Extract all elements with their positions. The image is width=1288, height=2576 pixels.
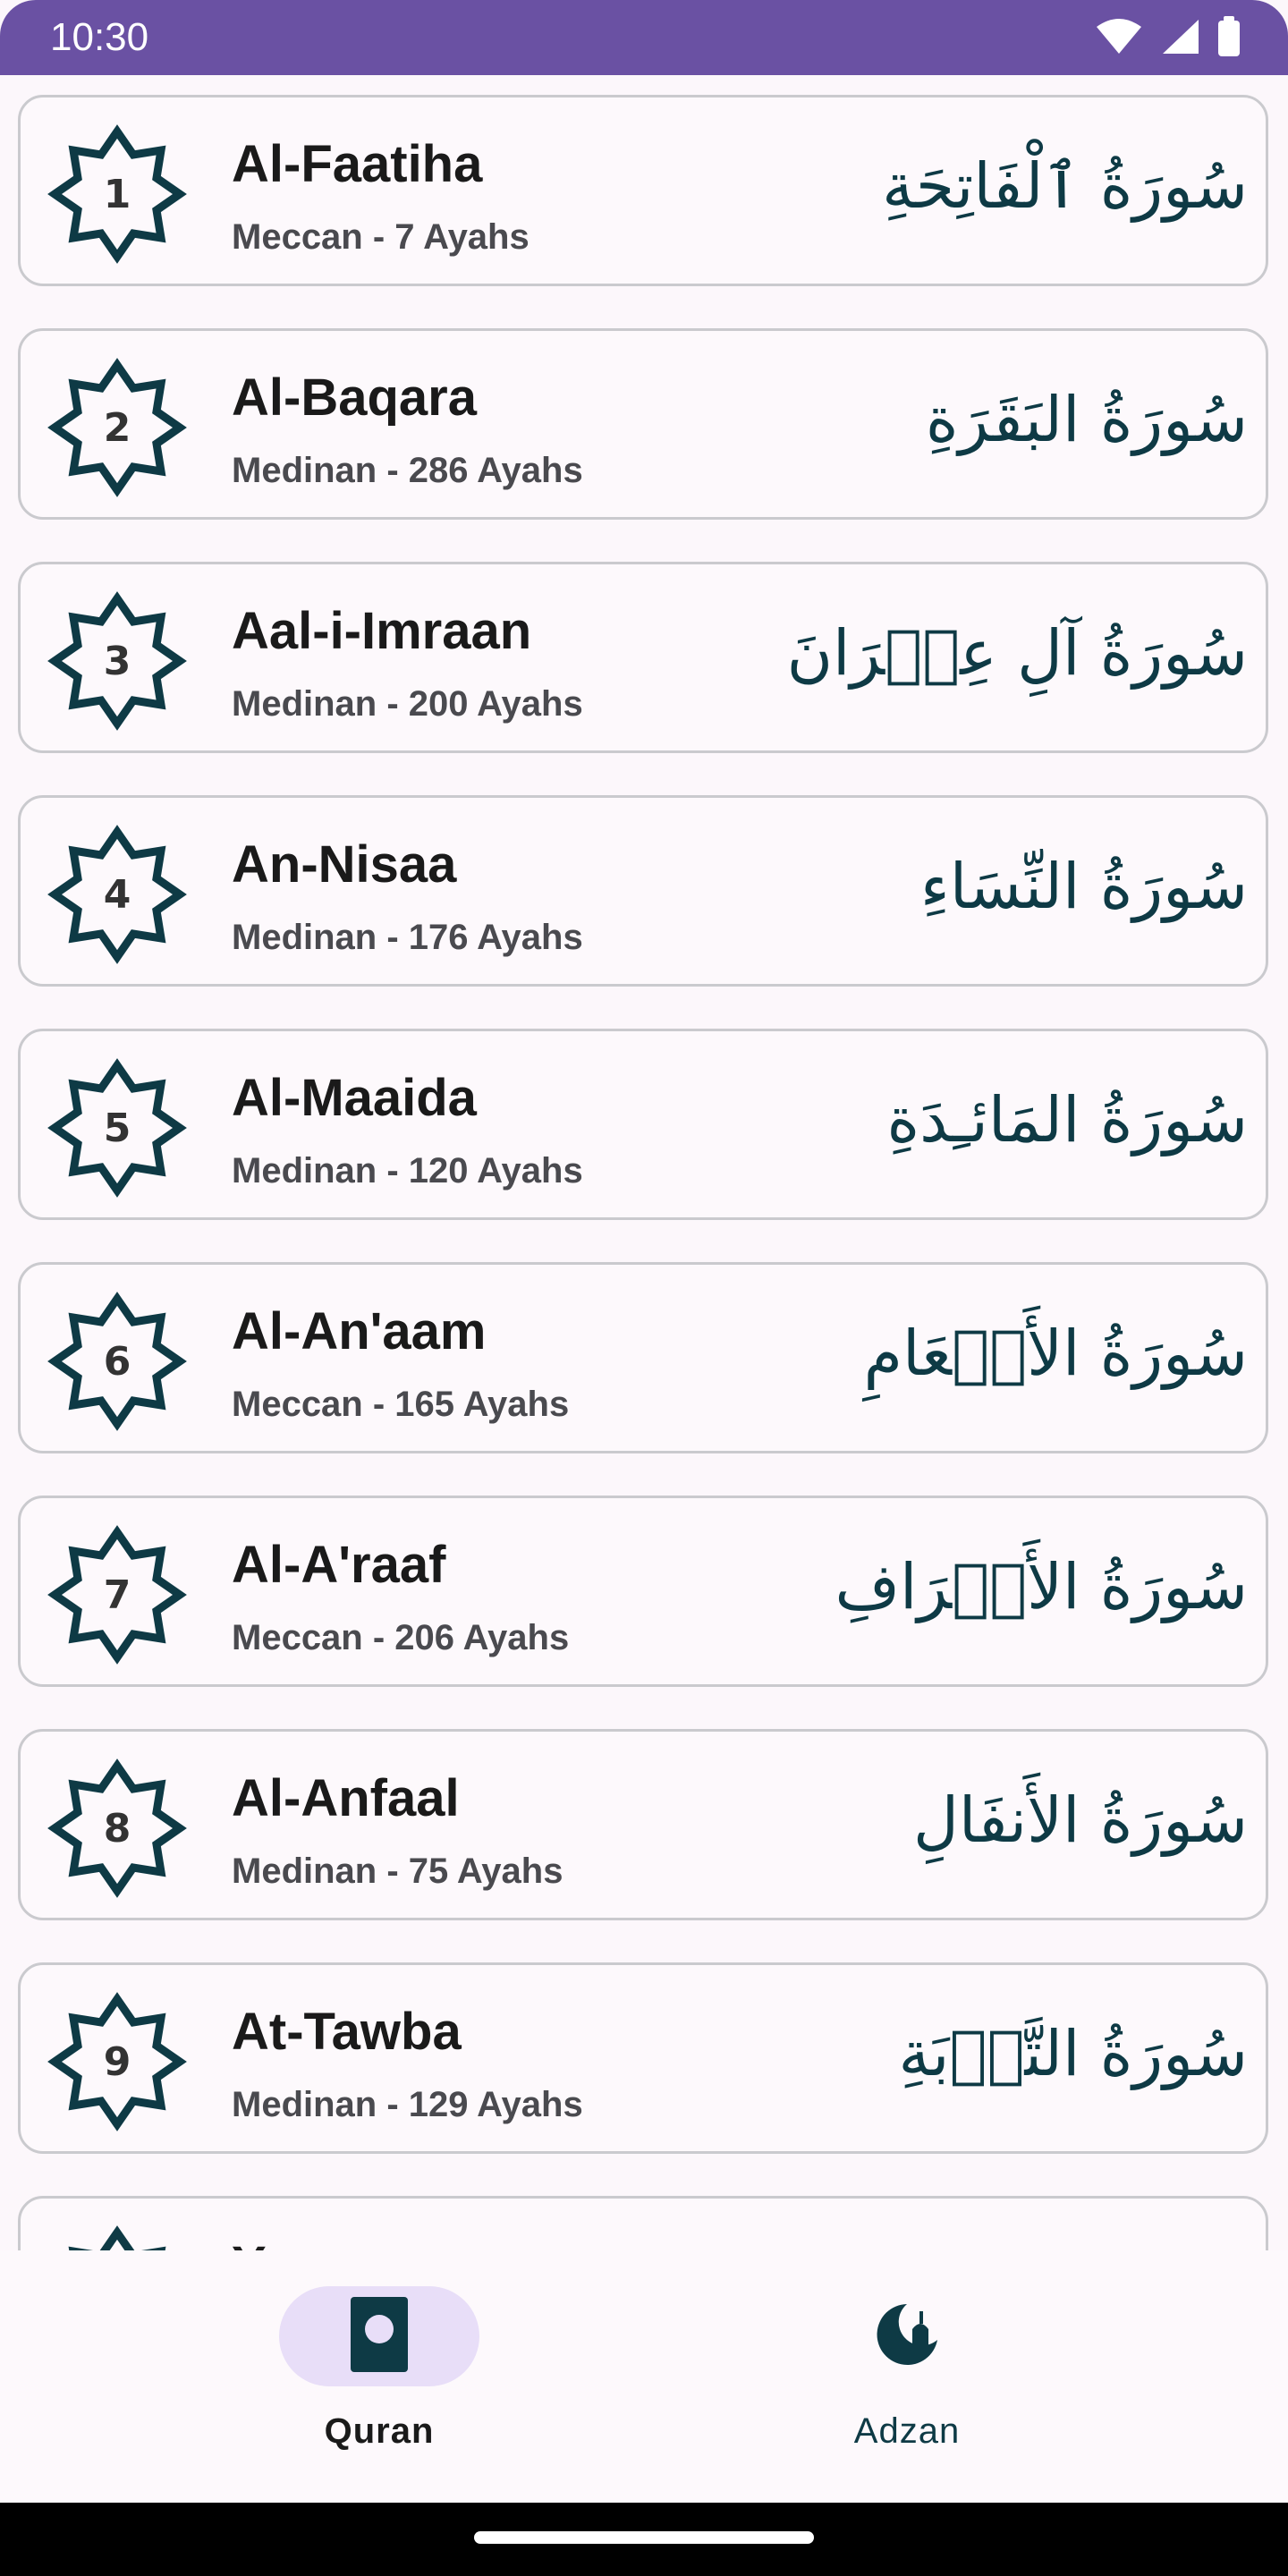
surah-info: Medinan - 200 Ayahs [232, 684, 583, 724]
surah-arabic-name: سُورَةُ البَقَرَةِ [925, 383, 1248, 456]
nav-item-adzan[interactable]: Adzan [807, 2286, 1021, 2465]
surah-name: An-Nisaa [232, 835, 457, 894]
surah-number: 9 [103, 2038, 131, 2085]
surah-card[interactable]: 6 Al-An'aam Meccan - 165 Ayahs سُورَةُ ا… [18, 1262, 1268, 1453]
nav-item-quran[interactable]: Quran [279, 2286, 494, 2465]
surah-number: 10 [46, 2224, 189, 2250]
surah-info: Medinan - 286 Ayahs [232, 451, 583, 490]
surah-card[interactable]: 3 Aal-i-Imraan Medinan - 200 Ayahs سُورَ… [18, 562, 1268, 753]
surah-info: Meccan - 7 Ayahs [232, 217, 530, 257]
wifi-icon [1095, 18, 1143, 55]
surah-name: Al-Anfaal [232, 1769, 460, 1827]
surah-info: Meccan - 206 Ayahs [232, 1618, 570, 1657]
surah-arabic-name: سُورَةُ التَّوۡبَةِ [898, 2017, 1248, 2090]
surah-card[interactable]: 8 Al-Anfaal Medinan - 75 Ayahs سُورَةُ ا… [18, 1729, 1268, 1920]
surah-number-badge: 9 [46, 1990, 189, 2133]
surah-arabic-name: سُورَةُ الأَعۡرَافِ [835, 1550, 1248, 1623]
surah-card[interactable]: 2 Al-Baqara Medinan - 286 Ayahs سُورَةُ … [18, 328, 1268, 520]
system-gesture-bar [0, 2503, 1288, 2576]
surah-arabic-name: سُورَةُ الأَنۡعَامِ [863, 1317, 1248, 1390]
home-gesture-handle[interactable] [474, 2531, 814, 2544]
surah-number-badge: 7 [46, 1523, 189, 1666]
nav-label: Quran [324, 2411, 435, 2451]
nav-label: Adzan [853, 2411, 961, 2451]
surah-name: Yunus [232, 2234, 387, 2250]
signal-icon [1159, 18, 1200, 55]
surah-number-badge: 1 [46, 123, 189, 266]
surah-number: 7 [103, 1572, 131, 1618]
surah-name: Al-A'raaf [232, 1536, 446, 1594]
battery-icon [1216, 16, 1241, 57]
surah-number-badge: 4 [46, 823, 189, 966]
surah-name: Al-Baqara [232, 369, 477, 427]
surah-info: Medinan - 129 Ayahs [232, 2085, 583, 2124]
surah-info: Medinan - 75 Ayahs [232, 1852, 564, 1891]
surah-number: 6 [103, 1338, 131, 1385]
surah-number-badge: 6 [46, 1290, 189, 1433]
surah-number: 4 [103, 871, 131, 918]
surah-arabic-name: سُورَةُ ٱلْفَاتِحَةِ [882, 149, 1248, 223]
surah-number-badge: 8 [46, 1757, 189, 1900]
surah-card[interactable]: 1 Al-Faatiha Meccan - 7 Ayahs سُورَةُ ٱل… [18, 95, 1268, 286]
surah-arabic-name: سُورَةُ النِّسَاءِ [919, 850, 1248, 923]
bottom-navigation: Quran Adzan [0, 2250, 1288, 2503]
surah-info: Meccan - 165 Ayahs [232, 1385, 570, 1424]
status-time: 10:30 [50, 15, 149, 59]
surah-name: Al-Maaida [232, 1069, 477, 1127]
surah-number: 2 [103, 404, 131, 451]
surah-number: 1 [103, 171, 131, 217]
nav-icon-container[interactable] [807, 2286, 1007, 2386]
surah-number: 3 [103, 638, 131, 684]
surah-number: 8 [103, 1805, 131, 1852]
surah-card[interactable]: 7 Al-A'raaf Meccan - 206 Ayahs سُورَةُ ا… [18, 1496, 1268, 1687]
surah-name: Al-An'aam [232, 1302, 487, 1360]
surah-arabic-name: سُورَةُ الأَنفَالِ [913, 1784, 1248, 1857]
surah-info: Medinan - 176 Ayahs [232, 918, 583, 957]
surah-card[interactable]: 9 At-Tawba Medinan - 129 Ayahs سُورَةُ ا… [18, 1962, 1268, 2154]
surah-number-badge: 5 [46, 1056, 189, 1199]
surah-card[interactable]: 10 Yunus [18, 2196, 1268, 2250]
nav-active-indicator[interactable] [279, 2286, 479, 2386]
surah-name: Aal-i-Imraan [232, 602, 532, 660]
status-icons [1095, 16, 1241, 57]
status-bar: 10:30 [0, 0, 1288, 75]
surah-card[interactable]: 4 An-Nisaa Medinan - 176 Ayahs سُورَةُ ا… [18, 795, 1268, 987]
surah-card[interactable]: 5 Al-Maaida Medinan - 120 Ayahs سُورَةُ … [18, 1029, 1268, 1220]
surah-name: At-Tawba [232, 2003, 462, 2061]
surah-list[interactable]: 1 Al-Faatiha Meccan - 7 Ayahs سُورَةُ ٱل… [0, 75, 1288, 2250]
surah-number: 5 [103, 1105, 131, 1151]
surah-name: Al-Faatiha [232, 135, 483, 193]
quran-book-icon [351, 2296, 408, 2377]
surah-info: Medinan - 120 Ayahs [232, 1151, 583, 1191]
surah-arabic-name: سُورَةُ المَائـِدَةِ [886, 1083, 1248, 1157]
surah-number-badge: 3 [46, 589, 189, 733]
surah-number-badge: 2 [46, 356, 189, 499]
surah-number-badge: 10 [46, 2224, 189, 2250]
mosque-moon-icon [873, 2301, 941, 2373]
surah-arabic-name: سُورَةُ آلِ عِمۡرَانَ [786, 616, 1248, 690]
